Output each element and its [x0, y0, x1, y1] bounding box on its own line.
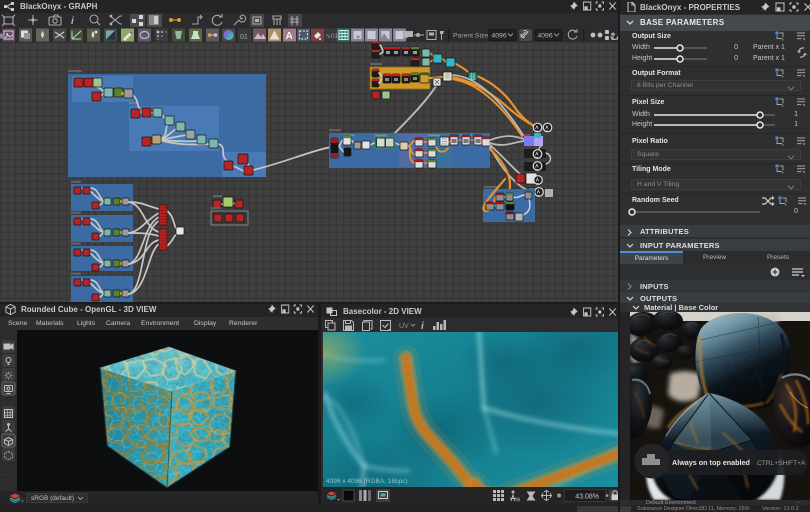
svg-text:Always on top enabled: Always on top enabled — [672, 458, 750, 467]
svg-text:i: i — [421, 321, 424, 332]
svg-text:CTRL+SHIFT+A: CTRL+SHIFT+A — [757, 460, 806, 467]
svg-text:Parent Size:: Parent Size: — [453, 33, 490, 40]
svg-text:⋯: ⋯ — [2, 472, 7, 478]
svg-text:4096: 4096 — [492, 33, 507, 40]
svg-text:⊞: ⊞ — [516, 497, 520, 503]
svg-text:A: A — [286, 31, 293, 42]
svg-text:43.08%: 43.08% — [575, 494, 599, 501]
svg-text:4096: 4096 — [538, 33, 553, 40]
svg-text:∿01: ∿01 — [326, 33, 339, 40]
svg-text:UV: UV — [399, 323, 409, 330]
svg-text:01: 01 — [240, 34, 248, 41]
svg-text:i: i — [71, 16, 74, 27]
